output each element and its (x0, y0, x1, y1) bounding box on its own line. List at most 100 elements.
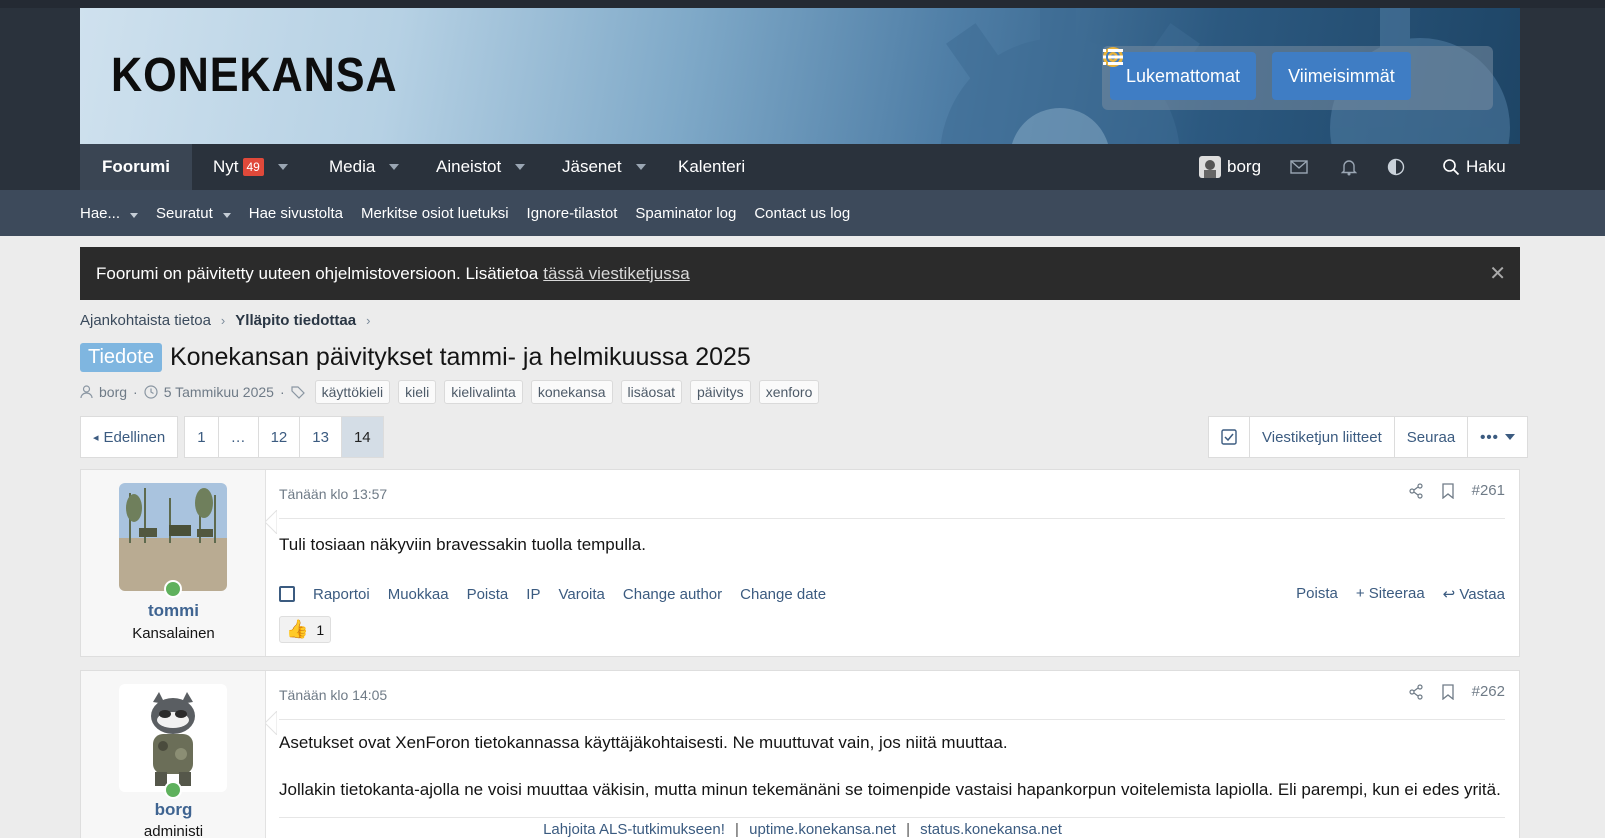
close-icon[interactable]: ✕ (1489, 261, 1506, 286)
subnav-watched[interactable]: Seuratut (156, 205, 231, 222)
bell-icon (1341, 160, 1357, 176)
watch-button[interactable]: Seuraa (1395, 417, 1469, 457)
list-icon (1103, 49, 1123, 65)
share-icon[interactable] (1408, 482, 1424, 499)
alerts-button[interactable] (1341, 144, 1357, 190)
chevron-down-icon[interactable] (515, 164, 526, 170)
post-time[interactable]: Tänään klo 14:05 (279, 687, 387, 703)
ip-link[interactable]: IP (526, 586, 540, 603)
unread-button-label: Lukemattomat (1126, 65, 1241, 86)
reaction-bar[interactable]: 👍 1 (279, 616, 332, 643)
post-number[interactable]: #261 (1472, 482, 1505, 499)
contrast-icon (1387, 158, 1405, 176)
page-link[interactable]: 1 (184, 416, 218, 458)
donate-link[interactable]: Lahjoita ALS-tutkimukseen! (543, 821, 725, 838)
envelope-icon (1290, 160, 1308, 174)
unread-button[interactable]: Lukemattomat (1103, 47, 1257, 100)
user-menu[interactable]: borg (1199, 144, 1261, 190)
chevron-right-icon: › (220, 313, 226, 328)
nav-resources[interactable]: Aineistot (436, 144, 526, 190)
tag[interactable]: konekansa (530, 380, 613, 404)
post-username[interactable]: borg (81, 800, 266, 820)
warn-link[interactable]: Varoita (558, 586, 604, 603)
breadcrumb-item[interactable]: Ylläpito tiedottaa (235, 312, 356, 329)
status-link[interactable]: status.konekansa.net (920, 821, 1062, 838)
quote-link[interactable]: + Siteeraa (1356, 585, 1425, 603)
search-button[interactable]: Haku (1442, 144, 1506, 190)
change-date-link[interactable]: Change date (740, 586, 826, 603)
post-time[interactable]: Tänään klo 13:57 (279, 486, 387, 502)
post-text: Jollakin tietokanta-ajolla ne voisi muut… (279, 780, 1501, 799)
uptime-link[interactable]: uptime.konekansa.net (749, 821, 896, 838)
page-link-current[interactable]: 14 (340, 416, 384, 458)
avatar[interactable] (119, 483, 227, 591)
subnav-mark-read[interactable]: Merkitse osiot luetuksi (361, 205, 509, 222)
post-arrow (265, 711, 277, 735)
select-post-checkbox[interactable] (279, 586, 295, 602)
latest-button[interactable]: Viimeisimmät (1103, 49, 1411, 100)
nav-media[interactable]: Media (329, 144, 400, 190)
subnav-contact-log[interactable]: Contact us log (754, 205, 850, 222)
page-link[interactable]: 13 (299, 416, 341, 458)
sub-nav: Hae... Seuratut Hae sivustolta Merkitse … (0, 190, 1605, 236)
theme-toggle[interactable] (1387, 144, 1405, 190)
nav-members[interactable]: Jäsenet (562, 144, 646, 190)
notice-link[interactable]: tässä viestiketjussa (543, 264, 689, 284)
reply-link[interactable]: ↩ Vastaa (1443, 585, 1505, 603)
report-link[interactable]: Raportoi (313, 586, 370, 603)
latest-button-label: Viimeisimmät (1288, 65, 1395, 86)
subnav-site-search[interactable]: Hae sivustolta (249, 205, 343, 222)
post-username[interactable]: tommi (81, 601, 266, 621)
page-link[interactable]: 12 (257, 416, 300, 458)
inbox-button[interactable] (1290, 144, 1308, 190)
thread-attachments-button[interactable]: Viestiketjun liitteet (1250, 417, 1395, 457)
chevron-down-icon[interactable] (635, 164, 646, 170)
tag[interactable]: käyttökieli (314, 380, 391, 404)
chevron-right-icon: › (366, 313, 371, 328)
breadcrumb-item[interactable]: Ajankohtaista tietoa (80, 312, 211, 329)
page-title: Konekansan päivitykset tammi- ja helmiku… (169, 343, 751, 371)
thread-prefix[interactable]: Tiedote (80, 343, 162, 372)
tag[interactable]: päivitys (690, 380, 751, 404)
divider (279, 518, 1505, 519)
tag[interactable]: kieli (398, 380, 437, 404)
edit-link[interactable]: Muokkaa (388, 586, 449, 603)
nav-calendar[interactable]: Kalenteri (678, 144, 745, 190)
delete-link[interactable]: Poista (467, 586, 509, 603)
reply-label: Vastaa (1459, 586, 1505, 603)
tag[interactable]: xenforo (758, 380, 820, 404)
change-author-link[interactable]: Change author (623, 586, 722, 603)
select-posts-button[interactable] (1209, 417, 1250, 457)
post-text: Asetukset ovat XenForon tietokannassa kä… (279, 733, 1008, 752)
subnav-ignore-stats[interactable]: Ignore-tilastot (527, 205, 618, 222)
site-logo[interactable]: KONEKANSA (111, 48, 398, 103)
more-menu-button[interactable]: ••• (1468, 417, 1527, 457)
nav-now[interactable]: Nyt 49 (213, 144, 288, 190)
tag[interactable]: lisäosat (620, 380, 682, 404)
subnav-spaminator-log[interactable]: Spaminator log (635, 205, 736, 222)
share-icon[interactable] (1408, 683, 1424, 700)
nav-media-label: Media (329, 157, 376, 176)
prev-page-button[interactable]: ◂ Edellinen (80, 416, 179, 458)
breadcrumb: Ajankohtaista tietoa › Ylläpito tiedotta… (80, 312, 370, 329)
post-arrow (265, 510, 277, 534)
user-name: borg (1227, 157, 1262, 176)
tag[interactable]: kielivalinta (444, 380, 523, 404)
page-jump[interactable]: … (217, 416, 258, 458)
post-text: Tuli tosiaan näkyviin bravessakin tuolla… (279, 535, 646, 554)
more-icon: ••• (1480, 428, 1499, 446)
subnav-search[interactable]: Hae... (80, 205, 139, 222)
thread-date[interactable]: 5 Tammikuu 2025 (164, 384, 274, 400)
post-number[interactable]: #262 (1472, 683, 1505, 700)
chevron-down-icon (1504, 434, 1515, 440)
post-262: borg administi Tänään klo 14:05 #262 Ase… (80, 670, 1520, 838)
delete-link[interactable]: Poista (1296, 585, 1338, 603)
thread-author[interactable]: borg (99, 384, 127, 400)
avatar[interactable] (119, 684, 227, 792)
bookmark-icon[interactable] (1441, 482, 1454, 499)
nav-forum[interactable]: Foorumi (80, 144, 192, 190)
bookmark-icon[interactable] (1441, 683, 1454, 700)
chevron-down-icon[interactable] (277, 164, 288, 170)
chevron-down-icon[interactable] (389, 164, 400, 170)
pagination: ◂ Edellinen 1 … 12 13 14 (80, 416, 384, 458)
